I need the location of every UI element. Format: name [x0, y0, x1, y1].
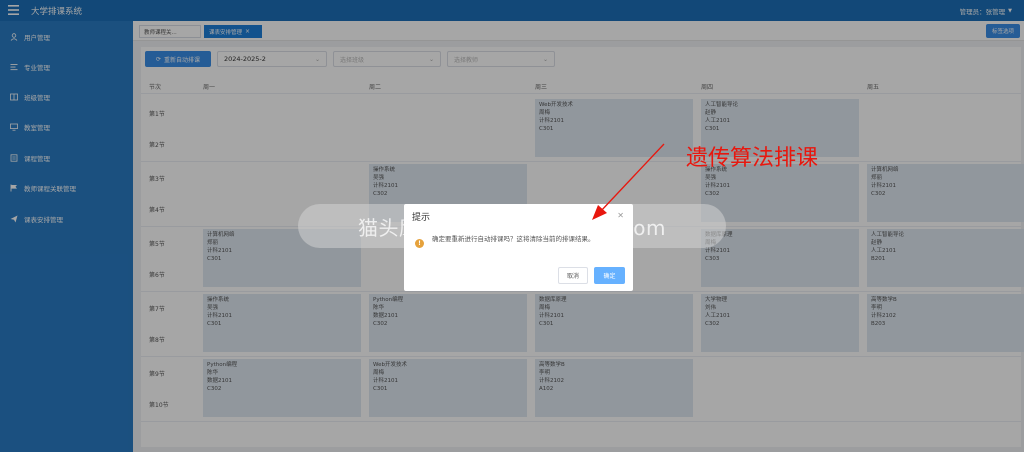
- confirm-dialog: 提示 ✕ ! 确定要重新进行自动排课吗？这将清除当前的排课结果。 取消 确定: [404, 204, 633, 291]
- dialog-title: 提示: [412, 213, 431, 223]
- dialog-message: 确定要重新进行自动排课吗？这将清除当前的排课结果。: [432, 235, 595, 243]
- warning-icon: !: [415, 239, 424, 248]
- confirm-button[interactable]: 确定: [594, 267, 625, 284]
- close-icon[interactable]: ✕: [617, 211, 624, 220]
- cancel-button[interactable]: 取消: [558, 267, 588, 284]
- annotation-text: 遗传算法排课: [686, 146, 819, 171]
